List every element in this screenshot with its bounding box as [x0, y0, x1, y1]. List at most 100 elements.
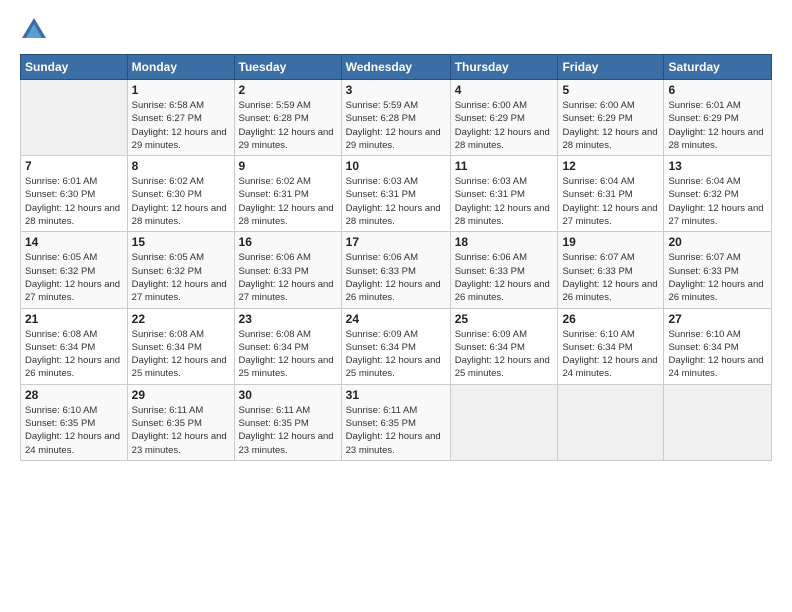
- col-header-sunday: Sunday: [21, 55, 128, 80]
- day-number: 12: [562, 159, 659, 173]
- day-cell: 10 Sunrise: 6:03 AMSunset: 6:31 PMDayligh…: [341, 156, 450, 232]
- day-number: 13: [668, 159, 767, 173]
- day-number: 10: [346, 159, 446, 173]
- day-info: Sunrise: 6:02 AMSunset: 6:30 PMDaylight:…: [132, 175, 230, 228]
- day-number: 25: [455, 312, 554, 326]
- day-cell: 9 Sunrise: 6:02 AMSunset: 6:31 PMDaylight…: [234, 156, 341, 232]
- day-cell: 3 Sunrise: 5:59 AMSunset: 6:28 PMDaylight…: [341, 80, 450, 156]
- day-cell: 23Sunrise: 6:08 AMSunset: 6:34 PMDayligh…: [234, 308, 341, 384]
- day-info: Sunrise: 6:10 AMSunset: 6:35 PMDaylight:…: [25, 404, 123, 457]
- day-number: 26: [562, 312, 659, 326]
- day-info: Sunrise: 6:07 AMSunset: 6:33 PMDaylight:…: [562, 251, 659, 304]
- day-info: Sunrise: 6:11 AMSunset: 6:35 PMDaylight:…: [346, 404, 446, 457]
- day-number: 20: [668, 235, 767, 249]
- day-cell: 12 Sunrise: 6:04 AMSunset: 6:31 PMDayligh…: [558, 156, 664, 232]
- col-header-friday: Friday: [558, 55, 664, 80]
- day-number: 15: [132, 235, 230, 249]
- day-cell: 24 Sunrise: 6:09 AMSunset: 6:34 PMDayligh…: [341, 308, 450, 384]
- day-info: Sunrise: 6:58 AMSunset: 6:27 PMDaylight:…: [132, 99, 230, 152]
- day-cell: 7Sunrise: 6:01 AMSunset: 6:30 PMDaylight…: [21, 156, 128, 232]
- day-info: Sunrise: 6:06 AMSunset: 6:33 PMDaylight:…: [346, 251, 446, 304]
- day-cell: 1 Sunrise: 6:58 AMSunset: 6:27 PMDaylight…: [127, 80, 234, 156]
- day-cell: 25 Sunrise: 6:09 AMSunset: 6:34 PMDayligh…: [450, 308, 558, 384]
- day-info: Sunrise: 6:08 AMSunset: 6:34 PMDaylight:…: [25, 328, 123, 381]
- day-info: Sunrise: 6:05 AMSunset: 6:32 PMDaylight:…: [25, 251, 123, 304]
- day-cell: 31 Sunrise: 6:11 AMSunset: 6:35 PMDayligh…: [341, 384, 450, 460]
- day-cell: 11 Sunrise: 6:03 AMSunset: 6:31 PMDayligh…: [450, 156, 558, 232]
- week-row-1: 1 Sunrise: 6:58 AMSunset: 6:27 PMDaylight…: [21, 80, 772, 156]
- day-info: Sunrise: 6:03 AMSunset: 6:31 PMDaylight:…: [346, 175, 446, 228]
- day-number: 21: [25, 312, 123, 326]
- day-info: Sunrise: 6:04 AMSunset: 6:32 PMDaylight:…: [668, 175, 767, 228]
- day-cell: 13 Sunrise: 6:04 AMSunset: 6:32 PMDayligh…: [664, 156, 772, 232]
- day-cell: 21 Sunrise: 6:08 AMSunset: 6:34 PMDayligh…: [21, 308, 128, 384]
- header-row: SundayMondayTuesdayWednesdayThursdayFrid…: [21, 55, 772, 80]
- day-number: 7: [25, 159, 123, 173]
- day-number: 16: [239, 235, 337, 249]
- header: [20, 16, 772, 44]
- week-row-2: 7Sunrise: 6:01 AMSunset: 6:30 PMDaylight…: [21, 156, 772, 232]
- day-number: 3: [346, 83, 446, 97]
- day-cell: 14Sunrise: 6:05 AMSunset: 6:32 PMDayligh…: [21, 232, 128, 308]
- day-number: 9: [239, 159, 337, 173]
- day-number: 29: [132, 388, 230, 402]
- week-row-4: 21 Sunrise: 6:08 AMSunset: 6:34 PMDayligh…: [21, 308, 772, 384]
- week-row-5: 28 Sunrise: 6:10 AMSunset: 6:35 PMDayligh…: [21, 384, 772, 460]
- col-header-tuesday: Tuesday: [234, 55, 341, 80]
- day-number: 5: [562, 83, 659, 97]
- logo-icon: [20, 16, 48, 44]
- day-info: Sunrise: 6:08 AMSunset: 6:34 PMDaylight:…: [132, 328, 230, 381]
- col-header-wednesday: Wednesday: [341, 55, 450, 80]
- col-header-saturday: Saturday: [664, 55, 772, 80]
- day-info: Sunrise: 6:08 AMSunset: 6:34 PMDaylight:…: [239, 328, 337, 381]
- day-number: 4: [455, 83, 554, 97]
- day-number: 28: [25, 388, 123, 402]
- day-cell: [450, 384, 558, 460]
- day-info: Sunrise: 6:10 AMSunset: 6:34 PMDaylight:…: [668, 328, 767, 381]
- day-cell: 29 Sunrise: 6:11 AMSunset: 6:35 PMDayligh…: [127, 384, 234, 460]
- col-header-thursday: Thursday: [450, 55, 558, 80]
- day-cell: 8Sunrise: 6:02 AMSunset: 6:30 PMDaylight…: [127, 156, 234, 232]
- day-info: Sunrise: 6:02 AMSunset: 6:31 PMDaylight:…: [239, 175, 337, 228]
- day-cell: 2 Sunrise: 5:59 AMSunset: 6:28 PMDaylight…: [234, 80, 341, 156]
- day-number: 17: [346, 235, 446, 249]
- day-info: Sunrise: 5:59 AMSunset: 6:28 PMDaylight:…: [239, 99, 337, 152]
- day-info: Sunrise: 6:05 AMSunset: 6:32 PMDaylight:…: [132, 251, 230, 304]
- day-info: Sunrise: 6:03 AMSunset: 6:31 PMDaylight:…: [455, 175, 554, 228]
- day-number: 1: [132, 83, 230, 97]
- day-info: Sunrise: 6:06 AMSunset: 6:33 PMDaylight:…: [455, 251, 554, 304]
- day-cell: 30 Sunrise: 6:11 AMSunset: 6:35 PMDayligh…: [234, 384, 341, 460]
- day-cell: 4 Sunrise: 6:00 AMSunset: 6:29 PMDaylight…: [450, 80, 558, 156]
- day-number: 24: [346, 312, 446, 326]
- day-number: 2: [239, 83, 337, 97]
- day-number: 19: [562, 235, 659, 249]
- day-number: 31: [346, 388, 446, 402]
- day-info: Sunrise: 6:00 AMSunset: 6:29 PMDaylight:…: [562, 99, 659, 152]
- day-cell: 22 Sunrise: 6:08 AMSunset: 6:34 PMDayligh…: [127, 308, 234, 384]
- calendar-table: SundayMondayTuesdayWednesdayThursdayFrid…: [20, 54, 772, 461]
- day-cell: 28 Sunrise: 6:10 AMSunset: 6:35 PMDayligh…: [21, 384, 128, 460]
- day-cell: [664, 384, 772, 460]
- day-cell: 5 Sunrise: 6:00 AMSunset: 6:29 PMDaylight…: [558, 80, 664, 156]
- day-info: Sunrise: 6:07 AMSunset: 6:33 PMDaylight:…: [668, 251, 767, 304]
- logo: [20, 16, 52, 44]
- day-cell: 6Sunrise: 6:01 AMSunset: 6:29 PMDaylight…: [664, 80, 772, 156]
- day-info: Sunrise: 6:00 AMSunset: 6:29 PMDaylight:…: [455, 99, 554, 152]
- day-cell: 20 Sunrise: 6:07 AMSunset: 6:33 PMDayligh…: [664, 232, 772, 308]
- day-info: Sunrise: 6:09 AMSunset: 6:34 PMDaylight:…: [455, 328, 554, 381]
- day-info: Sunrise: 6:11 AMSunset: 6:35 PMDaylight:…: [239, 404, 337, 457]
- day-info: Sunrise: 6:04 AMSunset: 6:31 PMDaylight:…: [562, 175, 659, 228]
- day-info: Sunrise: 6:09 AMSunset: 6:34 PMDaylight:…: [346, 328, 446, 381]
- day-number: 30: [239, 388, 337, 402]
- day-info: Sunrise: 6:11 AMSunset: 6:35 PMDaylight:…: [132, 404, 230, 457]
- day-number: 27: [668, 312, 767, 326]
- day-info: Sunrise: 6:10 AMSunset: 6:34 PMDaylight:…: [562, 328, 659, 381]
- day-info: Sunrise: 6:06 AMSunset: 6:33 PMDaylight:…: [239, 251, 337, 304]
- day-number: 18: [455, 235, 554, 249]
- day-cell: 26 Sunrise: 6:10 AMSunset: 6:34 PMDayligh…: [558, 308, 664, 384]
- week-row-3: 14Sunrise: 6:05 AMSunset: 6:32 PMDayligh…: [21, 232, 772, 308]
- day-info: Sunrise: 5:59 AMSunset: 6:28 PMDaylight:…: [346, 99, 446, 152]
- day-number: 22: [132, 312, 230, 326]
- day-cell: [21, 80, 128, 156]
- day-number: 11: [455, 159, 554, 173]
